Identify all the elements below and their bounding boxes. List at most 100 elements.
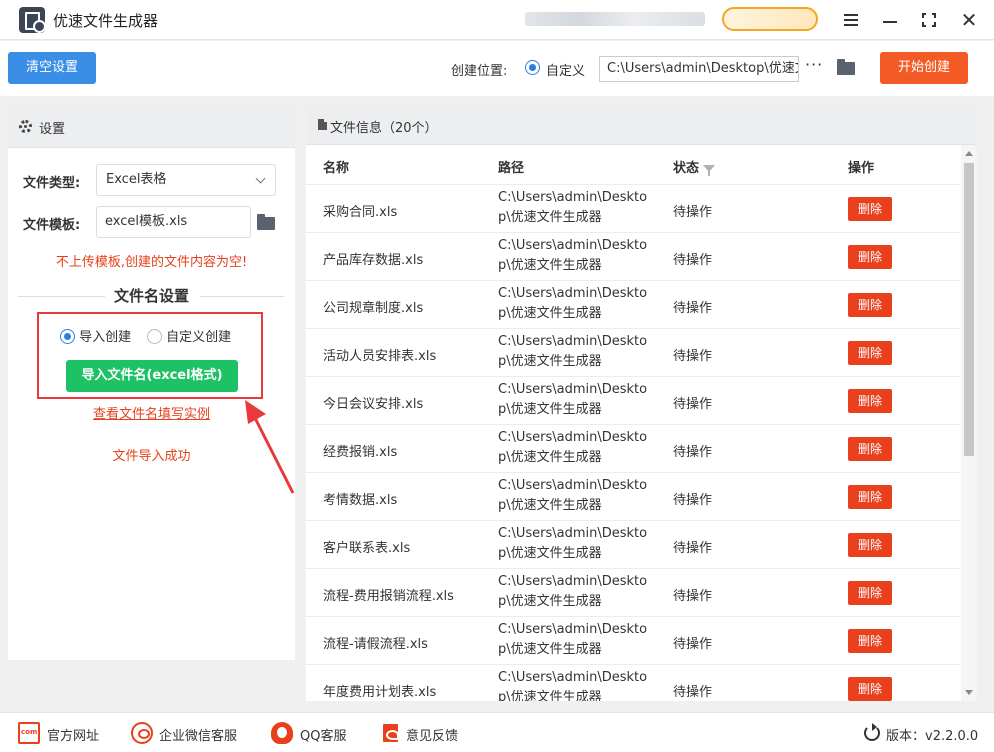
empty-template-warning: 不上传模板,创建的文件内容为空! (55, 255, 248, 270)
delete-button[interactable]: 删除 (848, 485, 892, 509)
import-create-option[interactable]: 导入创建 (60, 326, 131, 345)
table-row[interactable]: 经费报销.xls C:\Users\admin\Desktop\优速文件生成器 待操… (306, 425, 959, 473)
delete-button[interactable]: 删除 (848, 293, 892, 317)
column-header-status-label: 状态 (673, 161, 700, 176)
close-icon[interactable]: ✕ (954, 6, 984, 34)
delete-button[interactable]: 删除 (848, 677, 892, 701)
template-label: 文件模板: (23, 218, 81, 233)
delete-button[interactable]: 删除 (848, 245, 892, 269)
wechat-support-link[interactable]: 企业微信客服 (159, 725, 237, 744)
refresh-icon[interactable] (864, 723, 880, 741)
delete-button[interactable]: 删除 (848, 341, 892, 365)
feedback-icon[interactable] (380, 722, 402, 744)
import-create-label: 导入创建 (79, 330, 132, 345)
table-row[interactable]: 产品库存数据.xls C:\Users\admin\Desktop\优速文件生成器… (306, 233, 959, 281)
file-name-cell: 流程-请假流程.xls (323, 637, 428, 652)
website-icon[interactable] (18, 722, 40, 744)
filter-icon[interactable] (703, 165, 716, 176)
user-account-blurred[interactable] (525, 12, 705, 26)
folder-icon[interactable] (837, 59, 855, 75)
folder-icon[interactable] (257, 214, 275, 230)
file-name-cell: 今日会议安排.xls (323, 397, 424, 412)
file-status-cell: 待操作 (673, 445, 713, 460)
vertical-scrollbar[interactable] (961, 145, 977, 701)
delete-button[interactable]: 删除 (848, 533, 892, 557)
file-path-cell: C:\Users\admin\Desktop\优速文件生成器 (498, 670, 648, 701)
import-create-radio[interactable] (60, 329, 75, 344)
chevron-down-icon (255, 173, 266, 184)
table-row[interactable]: 公司规章制度.xls C:\Users\admin\Desktop\优速文件生成器… (306, 281, 959, 329)
import-filenames-button[interactable]: 导入文件名(excel格式) (66, 360, 238, 392)
table-row[interactable]: 采购合同.xls C:\Users\admin\Desktop\优速文件生成器 待操… (306, 185, 959, 233)
footer-bar: 官方网址 企业微信客服 QQ客服 意见反馈 版本：v2.2.0.0 (0, 712, 994, 752)
custom-create-radio[interactable] (147, 329, 162, 344)
column-header-path: 路径 (498, 161, 525, 176)
scroll-up-icon[interactable] (965, 151, 973, 156)
file-type-select[interactable]: Excel表格 (96, 164, 276, 196)
vip-badge[interactable] (722, 7, 818, 31)
file-path-cell: C:\Users\admin\Desktop\优速文件生成器 (498, 382, 648, 417)
table-header: 名称 路径 状态 操作 (306, 145, 959, 185)
file-path-cell: C:\Users\admin\Desktop\优速文件生成器 (498, 334, 648, 369)
file-name-cell: 采购合同.xls (323, 205, 398, 220)
file-path-cell: C:\Users\admin\Desktop\优速文件生成器 (498, 478, 648, 513)
settings-title: 设置 (39, 122, 66, 137)
table-row[interactable]: 年度费用计划表.xls C:\Users\admin\Desktop\优速文件生成… (306, 665, 959, 701)
table-row[interactable]: 客户联系表.xls C:\Users\admin\Desktop\优速文件生成器 待… (306, 521, 959, 569)
clear-settings-button[interactable]: 清空设置 (8, 52, 96, 84)
more-options-button[interactable]: ··· (805, 55, 823, 74)
file-path-cell: C:\Users\admin\Desktop\优速文件生成器 (498, 526, 648, 561)
table-row[interactable]: 今日会议安排.xls C:\Users\admin\Desktop\优速文件生成器… (306, 377, 959, 425)
qq-icon[interactable] (271, 722, 293, 744)
app-title: 优速文件生成器 (53, 12, 159, 30)
file-path-cell: C:\Users\admin\Desktop\优速文件生成器 (498, 430, 648, 465)
file-name-cell: 活动人员安排表.xls (323, 349, 437, 364)
custom-location-label[interactable]: 自定义 (546, 60, 585, 79)
title-bar: 优速文件生成器 ✕ (0, 0, 994, 40)
app-logo-icon (19, 7, 46, 33)
scroll-down-icon[interactable] (965, 690, 973, 695)
file-status-cell: 待操作 (673, 253, 713, 268)
table-row[interactable]: 流程-请假流程.xls C:\Users\admin\Desktop\优速文件生成… (306, 617, 959, 665)
start-create-button[interactable]: 开始创建 (880, 52, 968, 84)
delete-button[interactable]: 删除 (848, 437, 892, 461)
document-icon (318, 119, 327, 130)
file-status-cell: 待操作 (673, 301, 713, 316)
file-type-value: Excel表格 (106, 172, 167, 187)
table-row[interactable]: 活动人员安排表.xls C:\Users\admin\Desktop\优速文件生成… (306, 329, 959, 377)
website-link[interactable]: 官方网址 (47, 725, 99, 744)
qq-support-link[interactable]: QQ客服 (300, 725, 346, 744)
file-info-header: 文件信息（20个） (306, 105, 977, 145)
scrollbar-thumb[interactable] (964, 163, 974, 456)
table-row[interactable]: 考情数据.xls C:\Users\admin\Desktop\优速文件生成器 待操… (306, 473, 959, 521)
maximize-icon[interactable] (914, 6, 944, 34)
file-path-cell: C:\Users\admin\Desktop\优速文件生成器 (498, 622, 648, 657)
delete-button[interactable]: 删除 (848, 581, 892, 605)
menu-icon[interactable] (836, 6, 866, 34)
delete-button[interactable]: 删除 (848, 389, 892, 413)
column-header-status[interactable]: 状态 (673, 157, 716, 176)
file-path-cell: C:\Users\admin\Desktop\优速文件生成器 (498, 574, 648, 609)
delete-button[interactable]: 删除 (848, 197, 892, 221)
file-status-cell: 待操作 (673, 397, 713, 412)
minimize-icon[interactable] (875, 6, 905, 34)
column-header-action: 操作 (848, 161, 875, 176)
template-input[interactable]: excel模板.xls (96, 206, 251, 238)
custom-location-radio[interactable] (525, 60, 540, 75)
file-status-cell: 待操作 (673, 205, 713, 220)
settings-panel: 设置 文件类型: Excel表格 文件模板: excel模板.xls 不上传模板… (8, 105, 295, 660)
file-status-cell: 待操作 (673, 541, 713, 556)
file-status-cell: 待操作 (673, 349, 713, 364)
custom-create-label: 自定义创建 (166, 330, 232, 345)
gear-icon (19, 120, 32, 133)
file-name-cell: 年度费用计划表.xls (323, 685, 437, 700)
feedback-link[interactable]: 意见反馈 (406, 725, 458, 744)
file-name-cell: 经费报销.xls (323, 445, 398, 460)
wechat-icon[interactable] (131, 722, 153, 744)
location-path-input[interactable]: C:\Users\admin\Desktop\优速文件生成器 (599, 56, 799, 82)
delete-button[interactable]: 删除 (848, 629, 892, 653)
file-status-cell: 待操作 (673, 685, 713, 700)
column-header-name: 名称 (323, 161, 350, 176)
table-row[interactable]: 流程-费用报销流程.xls C:\Users\admin\Desktop\优速文件… (306, 569, 959, 617)
custom-create-option[interactable]: 自定义创建 (147, 326, 231, 345)
